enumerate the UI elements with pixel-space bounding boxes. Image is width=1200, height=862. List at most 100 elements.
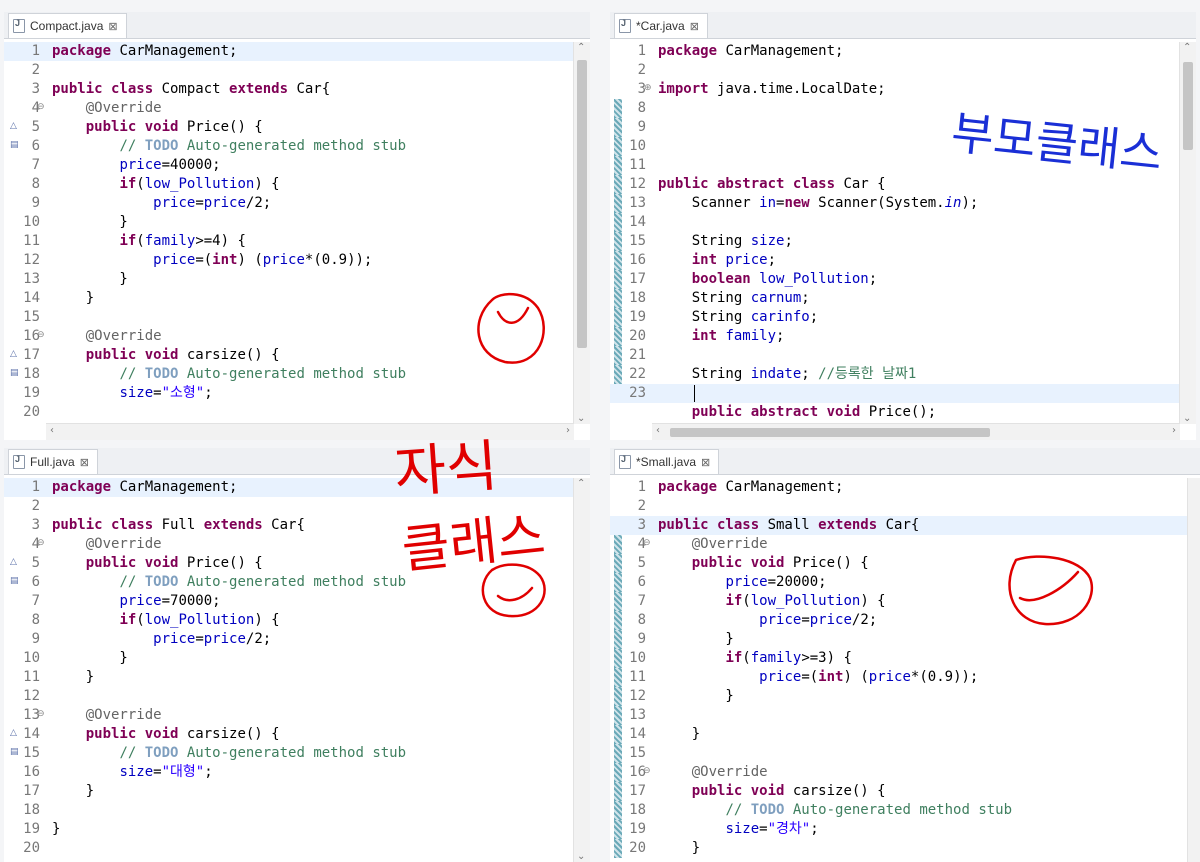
code-line[interactable]: 1 package CarManagement; bbox=[610, 42, 1196, 61]
code-line[interactable]: 2 bbox=[4, 61, 590, 80]
code-line[interactable]: 20 int family; bbox=[610, 327, 1196, 346]
scrollbar-thumb[interactable] bbox=[1183, 62, 1193, 150]
code-line[interactable]: 3 public class Small extends Car{ bbox=[610, 516, 1200, 535]
code-line[interactable]: 15 String size; bbox=[610, 232, 1196, 251]
code-line[interactable]: 14 bbox=[610, 213, 1196, 232]
code-line[interactable]: 19 size="경차"; bbox=[610, 820, 1200, 839]
code-line[interactable]: 13 @Override bbox=[4, 706, 590, 725]
code-line[interactable]: 11 price=(int) (price*(0.9)); bbox=[610, 668, 1200, 687]
close-icon[interactable]: ⊠ bbox=[690, 20, 699, 33]
code-editor[interactable]: ⊖ △ ▤ ⊖ △ ▤ 1 package CarManagement; 2 3 public cl… bbox=[4, 42, 590, 440]
code-line[interactable]: 6 price=20000; bbox=[610, 573, 1200, 592]
code-line[interactable]: 18 // TODO Auto-generated method stub bbox=[610, 801, 1200, 820]
code-line[interactable]: 12 bbox=[4, 687, 590, 706]
code-line[interactable]: 2 bbox=[610, 61, 1196, 80]
horizontal-scrollbar[interactable]: ‹ › bbox=[46, 423, 574, 440]
code-line[interactable]: 18 String carnum; bbox=[610, 289, 1196, 308]
tab-compact-java[interactable]: Compact.java ⊠ bbox=[8, 13, 127, 38]
code-line[interactable]: 4 @Override bbox=[610, 535, 1200, 554]
code-line[interactable]: 17 boolean low_Pollution; bbox=[610, 270, 1196, 289]
code-line[interactable]: 9 price=price/2; bbox=[4, 630, 590, 649]
code-line[interactable]: public abstract void Price(); bbox=[610, 403, 1196, 422]
code-line[interactable]: 20 bbox=[4, 403, 590, 422]
scroll-right-arrow-icon[interactable]: › bbox=[566, 425, 570, 436]
code-line[interactable]: 10 } bbox=[4, 649, 590, 668]
horizontal-scrollbar[interactable]: ‹ › bbox=[652, 423, 1180, 440]
scroll-left-arrow-icon[interactable]: ‹ bbox=[656, 425, 660, 436]
code-line[interactable]: 5 public void Price() { bbox=[4, 118, 590, 137]
code-line[interactable]: 9 } bbox=[610, 630, 1200, 649]
code-line[interactable]: 12 } bbox=[610, 687, 1200, 706]
scrollbar-thumb[interactable] bbox=[670, 428, 990, 437]
scroll-down-arrow-icon[interactable]: ⌄ bbox=[577, 851, 585, 862]
code-line[interactable]: 18 bbox=[4, 801, 590, 820]
code-line[interactable]: 15 bbox=[4, 308, 590, 327]
code-line[interactable]: 16 @Override bbox=[4, 327, 590, 346]
code-line[interactable]: 11 } bbox=[4, 668, 590, 687]
tab-small-java[interactable]: *Small.java ⊠ bbox=[614, 449, 720, 474]
code-line[interactable]: 16 int price; bbox=[610, 251, 1196, 270]
code-line[interactable]: 7 price=40000; bbox=[4, 156, 590, 175]
scroll-left-arrow-icon[interactable]: ‹ bbox=[50, 425, 54, 436]
code-line[interactable]: 9 bbox=[610, 118, 1196, 137]
code-line[interactable]: 4 @Override bbox=[4, 535, 590, 554]
code-line[interactable]: 1 package CarManagement; bbox=[4, 478, 590, 497]
code-line[interactable]: 20 } bbox=[610, 839, 1200, 858]
code-line[interactable]: 15 bbox=[610, 744, 1200, 763]
code-line[interactable]: 12 price=(int) (price*(0.9)); bbox=[4, 251, 590, 270]
code-line[interactable]: 20 bbox=[4, 839, 590, 858]
code-line[interactable]: 15 // TODO Auto-generated method stub bbox=[4, 744, 590, 763]
code-line[interactable]: 13 } bbox=[4, 270, 590, 289]
scroll-down-arrow-icon[interactable]: ⌄ bbox=[577, 413, 585, 424]
code-line[interactable]: 8 if(low_Pollution) { bbox=[4, 175, 590, 194]
code-line[interactable]: 5 public void Price() { bbox=[610, 554, 1200, 573]
code-line[interactable]: 4 @Override bbox=[4, 99, 590, 118]
code-line[interactable]: 23 bbox=[610, 384, 1196, 403]
code-line[interactable]: 11 if(family>=4) { bbox=[4, 232, 590, 251]
code-line[interactable]: 10 bbox=[610, 137, 1196, 156]
code-line[interactable]: 12 public abstract class Car { bbox=[610, 175, 1196, 194]
code-line[interactable]: 19 String carinfo; bbox=[610, 308, 1196, 327]
code-line[interactable]: 14 } bbox=[610, 725, 1200, 744]
code-line[interactable]: 22 String indate; //등록한 날짜1 bbox=[610, 365, 1196, 384]
code-line[interactable]: 17 } bbox=[4, 782, 590, 801]
code-line[interactable]: 14 public void carsize() { bbox=[4, 725, 590, 744]
vertical-scrollbar[interactable]: ⌃ ⌄ bbox=[573, 42, 590, 424]
tab-car-java[interactable]: *Car.java ⊠ bbox=[614, 13, 708, 38]
code-line[interactable]: 1 package CarManagement; bbox=[4, 42, 590, 61]
code-line[interactable]: 17 public void carsize() { bbox=[4, 346, 590, 365]
code-line[interactable]: 10 } bbox=[4, 213, 590, 232]
code-line[interactable]: 19} bbox=[4, 820, 590, 839]
code-editor[interactable]: ⊖ △ ▤ ⊖ △ ▤ 1 package CarManagement; 2 3 public cl… bbox=[4, 478, 590, 862]
scrollbar-thumb[interactable] bbox=[577, 60, 587, 348]
code-editor[interactable]: ⊖ ⊖ 1 package CarManagement; 2 3 public class … bbox=[610, 478, 1200, 862]
code-line[interactable]: 3 import java.time.LocalDate; bbox=[610, 80, 1196, 99]
vertical-scrollbar[interactable]: ⌃ ⌄ bbox=[1179, 42, 1196, 424]
tab-full-java[interactable]: Full.java ⊠ bbox=[8, 449, 98, 474]
code-line[interactable]: 8 bbox=[610, 99, 1196, 118]
scroll-up-arrow-icon[interactable]: ⌃ bbox=[577, 478, 585, 489]
code-line[interactable]: 1 package CarManagement; bbox=[610, 478, 1200, 497]
close-icon[interactable]: ⊠ bbox=[108, 20, 117, 33]
code-line[interactable]: 19 size="소형"; bbox=[4, 384, 590, 403]
code-line[interactable]: 14 } bbox=[4, 289, 590, 308]
code-line[interactable]: 16 @Override bbox=[610, 763, 1200, 782]
code-line[interactable]: 8 price=price/2; bbox=[610, 611, 1200, 630]
code-line[interactable]: 17 public void carsize() { bbox=[610, 782, 1200, 801]
vertical-scrollbar[interactable]: ⌃ ⌄ bbox=[573, 478, 590, 862]
code-line[interactable]: 3 public class Full extends Car{ bbox=[4, 516, 590, 535]
code-line[interactable]: 13 bbox=[610, 706, 1200, 725]
scroll-down-arrow-icon[interactable]: ⌄ bbox=[1183, 413, 1191, 424]
code-line[interactable]: 13 Scanner in=new Scanner(System.in); bbox=[610, 194, 1196, 213]
code-line[interactable]: 10 if(family>=3) { bbox=[610, 649, 1200, 668]
code-line[interactable]: 6 // TODO Auto-generated method stub bbox=[4, 137, 590, 156]
code-line[interactable]: 7 if(low_Pollution) { bbox=[610, 592, 1200, 611]
code-editor[interactable]: ⊕ 1 package CarManagement; 2 3 import java.ti… bbox=[610, 42, 1196, 440]
code-line[interactable]: 5 public void Price() { bbox=[4, 554, 590, 573]
code-line[interactable]: 16 size="대형"; bbox=[4, 763, 590, 782]
code-line[interactable]: 18 // TODO Auto-generated method stub bbox=[4, 365, 590, 384]
scroll-right-arrow-icon[interactable]: › bbox=[1172, 425, 1176, 436]
code-line[interactable]: 2 bbox=[610, 497, 1200, 516]
code-line[interactable]: 6 // TODO Auto-generated method stub bbox=[4, 573, 590, 592]
code-line[interactable]: 7 price=70000; bbox=[4, 592, 590, 611]
